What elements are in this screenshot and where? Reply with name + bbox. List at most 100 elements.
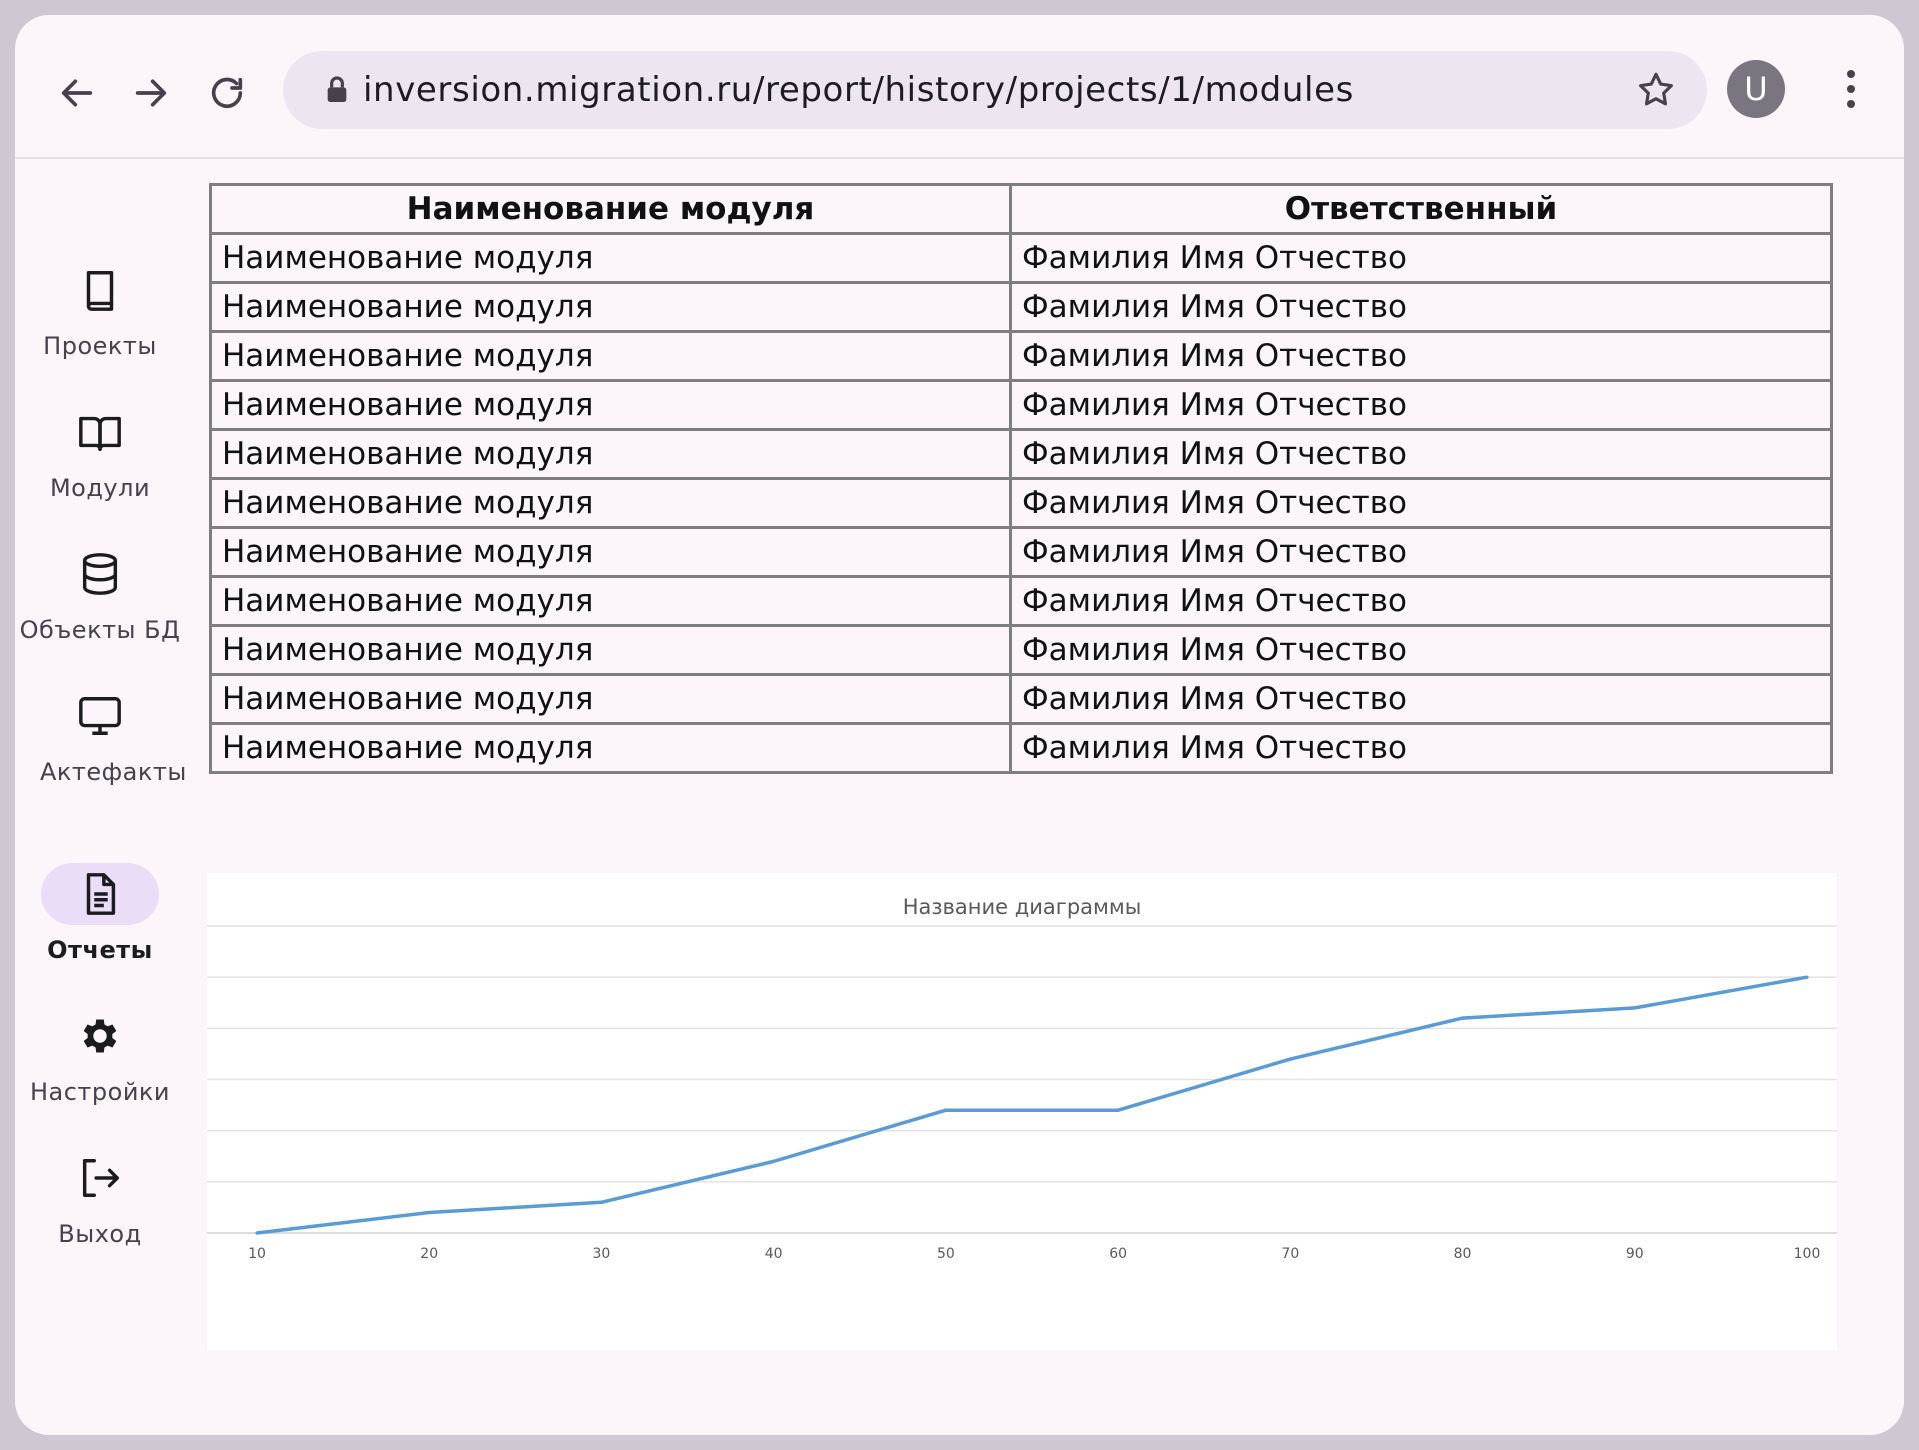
data-point xyxy=(1633,1006,1637,1010)
sidebar-item-label: Модули xyxy=(49,474,151,502)
table-header-row: Наименование модуля Ответственный xyxy=(209,183,1833,235)
arrow-right-icon xyxy=(135,79,167,107)
nav-pill xyxy=(41,259,159,321)
x-tick-label: 70 xyxy=(1281,1246,1299,1262)
sidebar-item-label: Отчеты xyxy=(47,936,153,964)
nav-pill xyxy=(41,1147,159,1209)
data-point xyxy=(772,1159,776,1163)
module-name-cell: Наименование модуля xyxy=(209,330,1012,382)
sidebar-item-artifacts[interactable]: Актефакты xyxy=(15,685,187,789)
x-tick-label: 10 xyxy=(248,1246,266,1262)
avatar-letter: U xyxy=(1744,70,1768,108)
lock-icon xyxy=(327,76,347,102)
data-point xyxy=(1116,1108,1120,1112)
nav-pill xyxy=(41,543,159,605)
line-chart: 10 20 30 40 50 60 70 80 90 100 Название диаграммы xyxy=(207,873,1837,1350)
module-name-cell: Наименование модуля xyxy=(209,624,1012,676)
sidebar-item-modules[interactable]: Модули xyxy=(15,401,185,505)
data-point xyxy=(1460,1016,1465,1020)
address-bar[interactable]: inversion.migration.ru/report/history/pr… xyxy=(283,51,1707,129)
back-button[interactable] xyxy=(51,67,103,119)
modules-table: Наименование модуля Ответственный Наимен… xyxy=(209,183,1833,774)
table-row[interactable]: Наименование модуля Фамилия Имя Отчество xyxy=(209,575,1833,627)
sidebar-item-label: Проекты xyxy=(43,332,157,360)
x-tick-label: 100 xyxy=(1794,1246,1821,1262)
data-point xyxy=(427,1210,431,1215)
logout-icon xyxy=(82,1159,119,1197)
column-header-module[interactable]: Наименование модуля xyxy=(209,183,1012,235)
module-name-cell: Наименование модуля xyxy=(209,477,1012,529)
responsible-cell: Фамилия Имя Отчество xyxy=(1009,281,1833,333)
nav-pill xyxy=(41,401,159,463)
forward-button[interactable] xyxy=(125,67,177,119)
data-point xyxy=(944,1108,948,1112)
data-point xyxy=(1805,975,1809,979)
data-point xyxy=(255,1231,259,1235)
table-body: Наименование модуля Фамилия Имя Отчество Н… xyxy=(209,232,1833,774)
responsible-cell: Фамилия Имя Отчество xyxy=(1009,575,1833,627)
star-icon[interactable] xyxy=(1635,69,1677,111)
responsible-cell: Фамилия Имя Отчество xyxy=(1009,722,1833,774)
arrow-left-icon xyxy=(61,79,93,107)
reload-button[interactable] xyxy=(201,67,253,119)
table-row[interactable]: Наименование модуля Фамилия Имя Отчество xyxy=(209,379,1833,431)
table-row[interactable]: Наименование модуля Фамилия Имя Отчество xyxy=(209,428,1833,480)
x-tick-label: 80 xyxy=(1454,1246,1472,1262)
column-header-responsible[interactable]: Ответственный xyxy=(1009,183,1833,235)
table-row[interactable]: Наименование модуля Фамилия Имя Отчество xyxy=(209,722,1833,774)
sidebar-item-projects[interactable]: Проекты xyxy=(15,259,185,363)
sidebar-item-settings[interactable]: Настройки xyxy=(15,1005,185,1109)
table-row[interactable]: Наименование модуля Фамилия Имя Отчество xyxy=(209,330,1833,382)
responsible-cell: Фамилия Имя Отчество xyxy=(1009,477,1833,529)
x-tick-label: 40 xyxy=(765,1246,783,1262)
chart-title: Название диаграммы xyxy=(902,895,1142,919)
database-icon xyxy=(82,553,118,595)
module-name-cell: Наименование модуля xyxy=(209,673,1012,725)
url-text[interactable]: inversion.migration.ru/report/history/pr… xyxy=(363,51,1354,129)
avatar[interactable]: U xyxy=(1727,60,1785,118)
x-tick-label: 50 xyxy=(937,1246,955,1262)
sidebar-item-label: Актефакты xyxy=(40,758,187,786)
module-name-cell: Наименование модуля xyxy=(209,526,1012,578)
table-row[interactable]: Наименование модуля Фамилия Имя Отчество xyxy=(209,526,1833,578)
module-name-cell: Наименование модуля xyxy=(209,428,1012,480)
x-tick-label: 60 xyxy=(1109,1246,1127,1262)
module-name-cell: Наименование модуля xyxy=(209,379,1012,431)
data-point xyxy=(599,1200,604,1204)
sidebar-item-reports[interactable]: Отчеты xyxy=(15,863,185,967)
table-row[interactable]: Наименование модуля Фамилия Имя Отчество xyxy=(209,281,1833,333)
x-tick-label: 90 xyxy=(1626,1246,1644,1262)
responsible-cell: Фамилия Имя Отчество xyxy=(1009,379,1833,431)
gear-icon xyxy=(83,1019,117,1053)
table-row[interactable]: Наименование модуля Фамилия Имя Отчество xyxy=(209,232,1833,284)
document-icon xyxy=(86,873,116,915)
nav-pill xyxy=(41,863,159,925)
responsible-cell: Фамилия Имя Отчество xyxy=(1009,330,1833,382)
sidebar-item-logout[interactable]: Выход xyxy=(15,1147,185,1251)
responsible-cell: Фамилия Имя Отчество xyxy=(1009,232,1833,284)
sidebar-item-label: Объекты БД xyxy=(19,616,181,644)
sidebar-item-label: Выход xyxy=(58,1220,142,1248)
table-row[interactable]: Наименование модуля Фамилия Имя Отчество xyxy=(209,624,1833,676)
browser-toolbar: inversion.migration.ru/report/history/pr… xyxy=(15,15,1904,159)
chart-canvas: 10 20 30 40 50 60 70 80 90 100 xyxy=(207,925,1837,1262)
open-book-icon xyxy=(79,416,121,451)
monitor-icon xyxy=(79,697,121,735)
more-vert-icon[interactable] xyxy=(1839,67,1863,111)
table-row[interactable]: Наименование модуля Фамилия Имя Отчество xyxy=(209,673,1833,725)
table-row[interactable]: Наименование модуля Фамилия Имя Отчество xyxy=(209,477,1833,529)
series-line xyxy=(256,975,1808,1235)
sidebar-item-db-objects[interactable]: Объекты БД xyxy=(15,543,185,647)
data-point xyxy=(1288,1057,1292,1061)
nav-pill xyxy=(41,1005,159,1067)
x-tick-label: 30 xyxy=(593,1246,611,1262)
sidebar-item-label: Настройки xyxy=(29,1078,171,1106)
browser-window: inversion.migration.ru/report/history/pr… xyxy=(15,15,1904,1435)
module-name-cell: Наименование модуля xyxy=(209,281,1012,333)
module-name-cell: Наименование модуля xyxy=(209,575,1012,627)
module-name-cell: Наименование модуля xyxy=(209,722,1012,774)
reload-icon xyxy=(211,77,243,109)
module-name-cell: Наименование модуля xyxy=(209,232,1012,284)
x-tick-label: 20 xyxy=(420,1246,438,1262)
responsible-cell: Фамилия Имя Отчество xyxy=(1009,673,1833,725)
